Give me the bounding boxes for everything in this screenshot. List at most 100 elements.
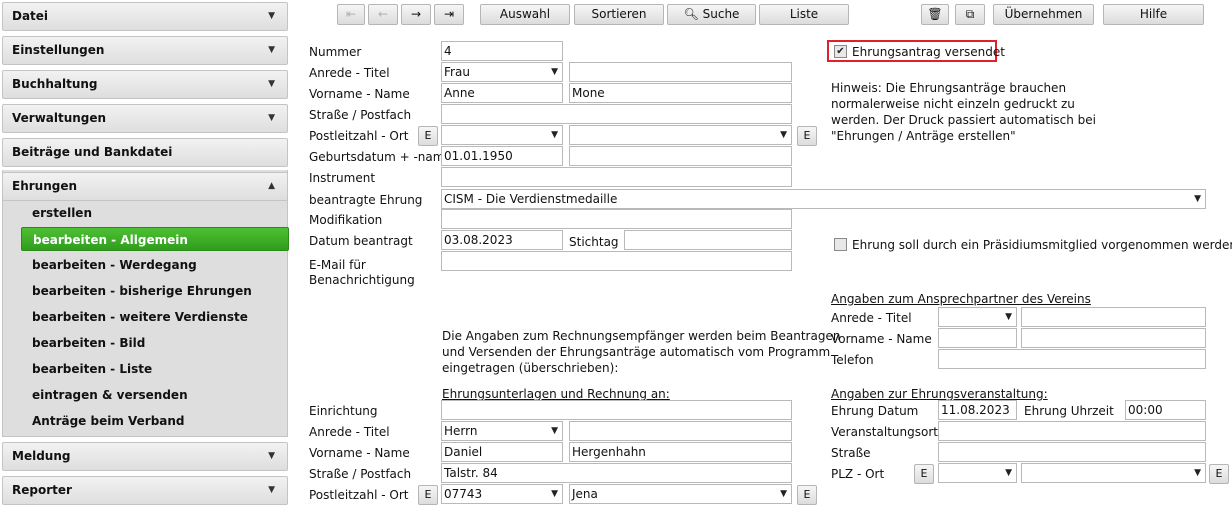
delete-button[interactable]: 🗑 xyxy=(921,4,949,25)
chevron-down-icon: ▼ xyxy=(551,130,558,140)
next-record-button[interactable]: → xyxy=(401,4,431,25)
chevron-down-icon: ▼ xyxy=(268,485,275,495)
name-field[interactable]: Mone xyxy=(569,83,792,103)
modifikation-field[interactable] xyxy=(441,209,792,229)
datum-label: Datum beantragt xyxy=(309,234,413,248)
einrichtung-field[interactable] xyxy=(441,400,792,420)
ort-select[interactable]: ▼ xyxy=(569,125,792,145)
nummer-field[interactable]: 4 xyxy=(441,41,563,61)
instrument-field[interactable] xyxy=(441,167,792,187)
geburtsdatum-label: Geburtsdatum + -name xyxy=(309,150,452,164)
liste-button[interactable]: Liste xyxy=(759,4,849,25)
chevron-down-icon: ▼ xyxy=(268,79,275,89)
v-ort-field[interactable] xyxy=(938,421,1206,441)
sidebar-section-datei[interactable]: Datei ▼ xyxy=(2,2,288,31)
ort-e-button[interactable]: E xyxy=(797,126,817,146)
hilfe-button[interactable]: Hilfe xyxy=(1103,4,1204,25)
r-ort-e-button[interactable]: E xyxy=(797,485,817,505)
a-name-field[interactable] xyxy=(1021,328,1206,348)
strasse-field[interactable] xyxy=(441,104,792,124)
sidebar-item-weitere-verdienste[interactable]: bearbeiten - weitere Verdienste xyxy=(21,305,289,329)
ehrung-label: beantragte Ehrung xyxy=(309,193,423,207)
v-ort-e-button[interactable]: E xyxy=(1209,464,1229,484)
anrede-select[interactable]: Frau ▼ xyxy=(441,62,563,82)
hinweis-line: "Ehrungen / Anträge erstellen" xyxy=(831,129,1016,143)
geburtsname-field[interactable] xyxy=(569,146,792,166)
uebernehmen-button[interactable]: Übernehmen xyxy=(993,4,1094,25)
search-icon: 🔍︎ xyxy=(683,7,699,21)
datum-field[interactable]: 03.08.2023 xyxy=(441,230,563,250)
rechnung-heading: Ehrungsunterlagen und Rechnung an: xyxy=(442,387,670,401)
copy-button[interactable]: ⧉ xyxy=(955,4,985,25)
r-plz-label: Postleitzahl - Ort xyxy=(309,488,409,502)
sidebar-section-label: Beiträge und Bankdatei xyxy=(12,145,173,159)
r-plz-select[interactable]: 07743 ▼ xyxy=(441,484,563,504)
r-name-field[interactable]: Hergenhahn xyxy=(569,442,792,462)
auswahl-button[interactable]: Auswahl xyxy=(480,4,570,25)
r-ort-select[interactable]: Jena ▼ xyxy=(569,484,792,504)
a-titel-field[interactable] xyxy=(1021,307,1206,327)
einrichtung-label: Einrichtung xyxy=(309,404,378,418)
sidebar-section-beitraege[interactable]: Beiträge und Bankdatei xyxy=(2,138,288,167)
vorname-field[interactable]: Anne xyxy=(441,83,563,103)
sidebar-section-buchhaltung[interactable]: Buchhaltung ▼ xyxy=(2,70,288,99)
ehrung-select[interactable]: CISM - Die Verdienstmedaille ▼ xyxy=(441,189,1206,209)
v-ort-label: Veranstaltungsort xyxy=(831,425,938,439)
r-strasse-field[interactable]: Talstr. 84 xyxy=(441,463,792,483)
sidebar-section-ehrungen[interactable]: Ehrungen ▲ xyxy=(2,172,288,201)
anrede-label: Anrede - Titel xyxy=(309,66,390,80)
sidebar-item-bearbeiten-bild[interactable]: bearbeiten - Bild xyxy=(21,331,289,355)
r-titel-field[interactable] xyxy=(569,421,792,441)
r-anrede-select[interactable]: Herrn ▼ xyxy=(441,421,563,441)
sidebar-section-reporter[interactable]: Reporter ▼ xyxy=(2,476,288,505)
sidebar-section-einstellungen[interactable]: Einstellungen ▼ xyxy=(2,36,288,65)
v-strasse-field[interactable] xyxy=(938,442,1206,462)
sidebar-item-eintragen-versenden[interactable]: eintragen & versenden xyxy=(21,383,289,407)
ehrung-value: CISM - Die Verdienstmedaille xyxy=(444,192,618,206)
sidebar-item-erstellen[interactable]: erstellen xyxy=(21,201,289,225)
v-ort-select[interactable]: ▼ xyxy=(1021,463,1206,483)
plz-select[interactable]: ▼ xyxy=(441,125,563,145)
stichtag-field[interactable] xyxy=(624,230,792,250)
hinweis-line: normalerweise nicht einzeln gedruckt zu xyxy=(831,97,1075,111)
sidebar-item-bearbeiten-liste[interactable]: bearbeiten - Liste xyxy=(21,357,289,381)
sidebar-item-bisherige-ehrungen[interactable]: bearbeiten - bisherige Ehrungen xyxy=(21,279,289,303)
v-datum-field[interactable]: 11.08.2023 xyxy=(938,400,1017,420)
r-vorname-field[interactable]: Daniel xyxy=(441,442,563,462)
praesidium-label: Ehrung soll durch ein Präsidiumsmitglied… xyxy=(852,238,1232,252)
v-plz-e-button[interactable]: E xyxy=(914,464,934,484)
sidebar-item-antraege-verband[interactable]: Anträge beim Verband xyxy=(21,409,289,433)
sidebar-item-bearbeiten-werdegang[interactable]: bearbeiten - Werdegang xyxy=(21,253,289,277)
versendet-checkbox[interactable]: ✔ xyxy=(834,45,847,58)
email-field[interactable] xyxy=(441,251,792,271)
v-uhrzeit-label: Ehrung Uhrzeit xyxy=(1024,404,1114,418)
titel-field[interactable] xyxy=(569,62,792,82)
sidebar-section-label: Meldung xyxy=(12,449,71,463)
last-record-button[interactable]: ⇥ xyxy=(434,4,464,25)
sidebar-section-verwaltungen[interactable]: Verwaltungen ▼ xyxy=(2,104,288,133)
nummer-label: Nummer xyxy=(309,45,362,59)
ansprech-heading: Angaben zum Ansprechpartner des Vereins xyxy=(831,292,1091,306)
chevron-down-icon: ▼ xyxy=(551,67,558,77)
praesidium-checkbox[interactable] xyxy=(834,238,847,251)
prev-record-button[interactable]: ← xyxy=(368,4,398,25)
sortieren-button[interactable]: Sortieren xyxy=(574,4,664,25)
sidebar-section-meldung[interactable]: Meldung ▼ xyxy=(2,442,288,471)
chevron-down-icon: ▼ xyxy=(268,451,275,461)
a-telefon-field[interactable] xyxy=(938,349,1206,369)
modifikation-label: Modifikation xyxy=(309,213,383,227)
v-uhrzeit-field[interactable]: 00:00 xyxy=(1125,400,1206,420)
v-plz-select[interactable]: ▼ xyxy=(938,463,1017,483)
r-plz-e-button[interactable]: E xyxy=(418,485,438,505)
v-plz-label: PLZ - Ort xyxy=(831,467,885,481)
geburtsdatum-field[interactable]: 01.01.1950 xyxy=(441,146,563,166)
r-ort-value: Jena xyxy=(572,487,598,501)
r-strasse-label: Straße / Postfach xyxy=(309,467,412,481)
chevron-down-icon: ▼ xyxy=(1005,312,1012,322)
a-anrede-select[interactable]: ▼ xyxy=(938,307,1017,327)
suche-button[interactable]: 🔍︎ Suche xyxy=(667,4,756,25)
plz-e-button[interactable]: E xyxy=(418,126,438,146)
sidebar-item-bearbeiten-allgemein[interactable]: bearbeiten - Allgemein xyxy=(21,227,289,251)
a-vorname-field[interactable] xyxy=(938,328,1017,348)
first-record-button[interactable]: ⇤ xyxy=(337,4,365,25)
